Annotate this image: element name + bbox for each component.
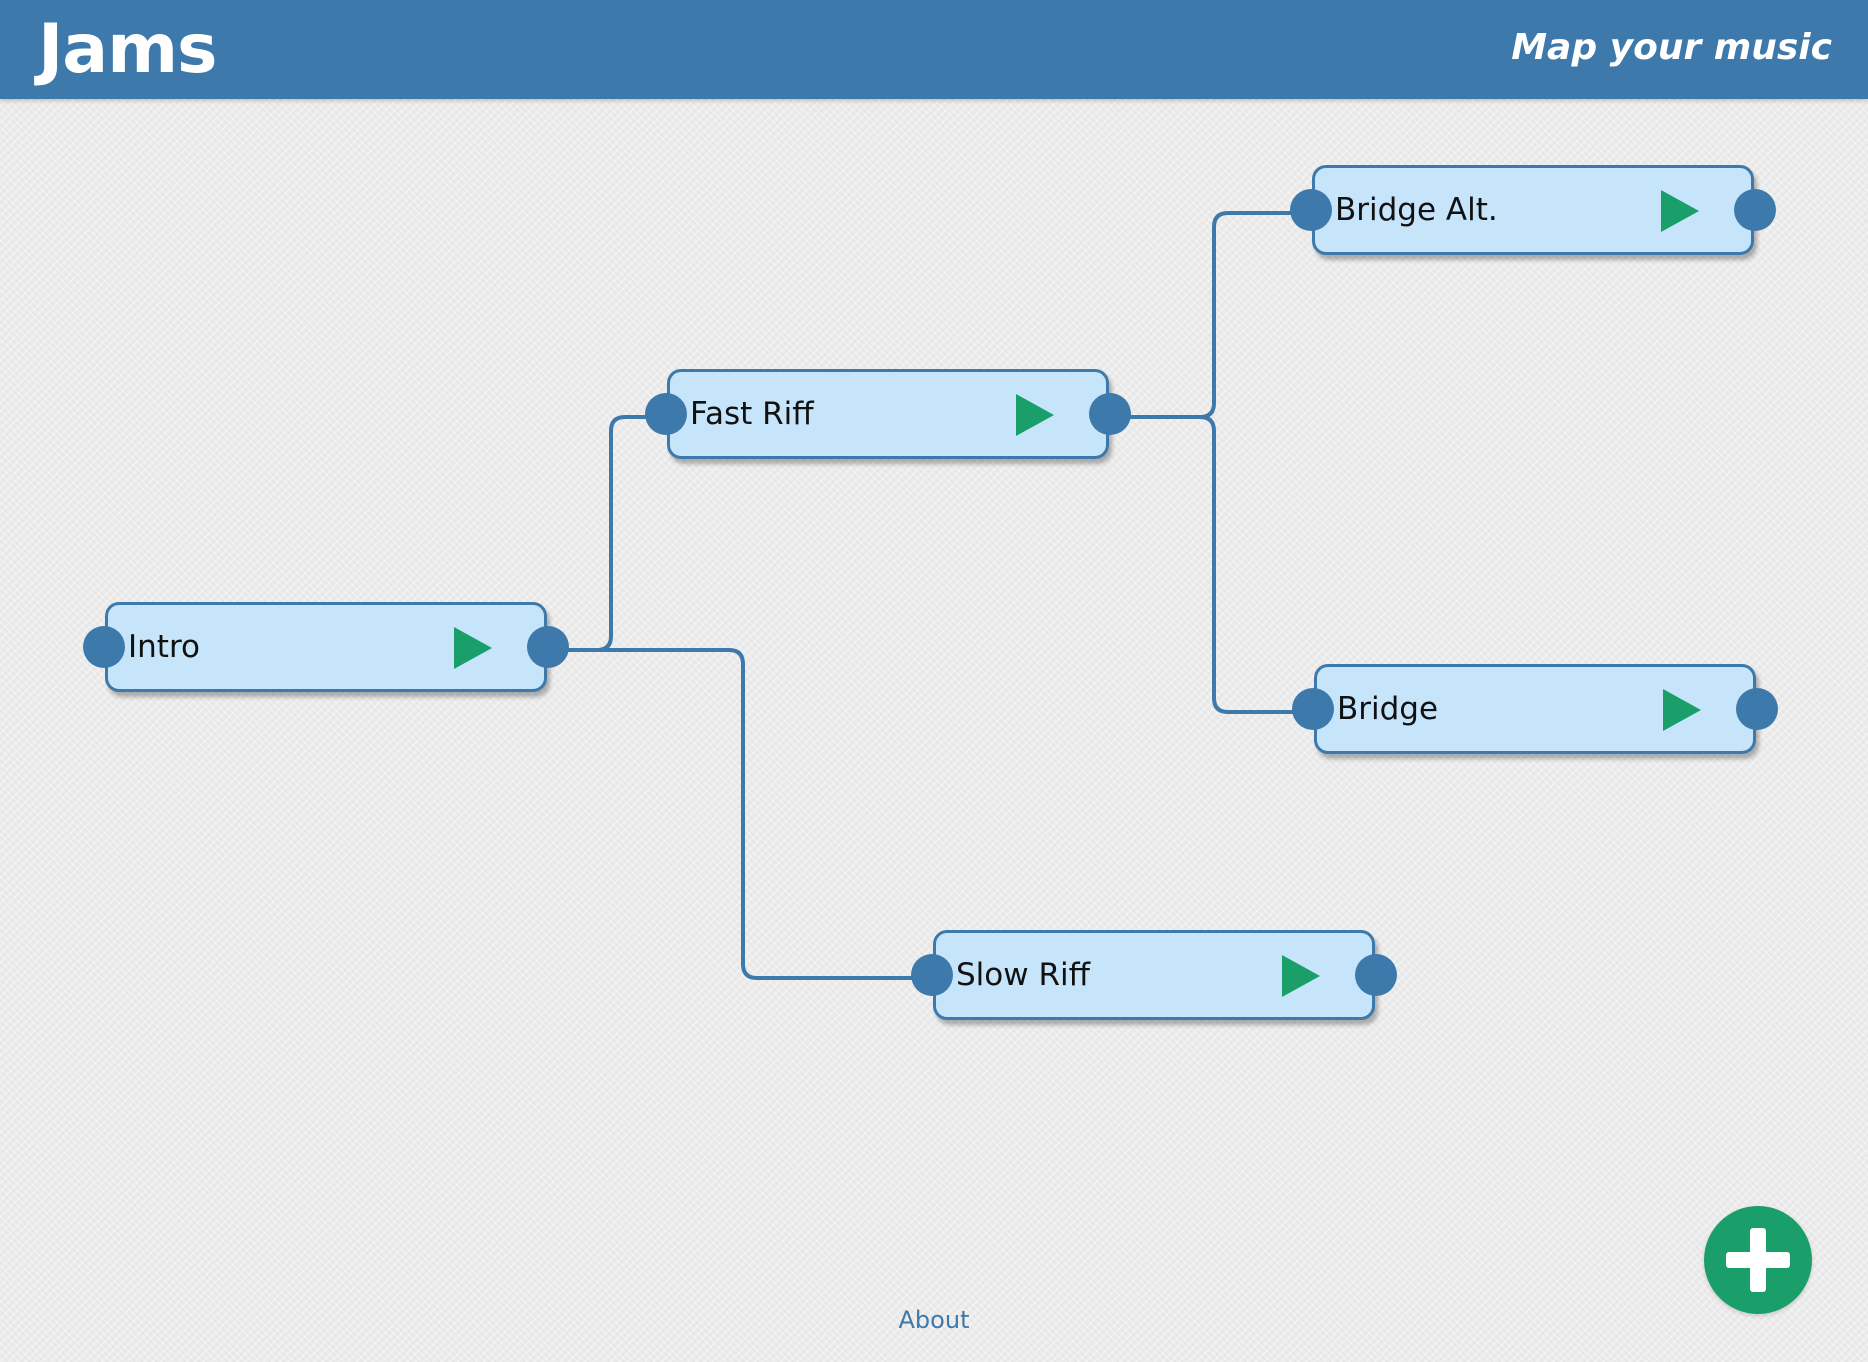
- section-node-fast-riff[interactable]: Fast Riff: [645, 369, 1131, 459]
- output-port-icon[interactable]: [1736, 688, 1778, 730]
- connection-intro-slow-riff[interactable]: [552, 648, 932, 980]
- section-node-bridge[interactable]: Bridge: [1292, 664, 1778, 754]
- add-section-button[interactable]: [1704, 1206, 1812, 1314]
- input-port-icon[interactable]: [1290, 189, 1332, 231]
- node-label: Slow Riff: [956, 957, 1090, 993]
- plus-icon-stem: [1750, 1228, 1766, 1292]
- node-label: Fast Riff: [690, 396, 814, 432]
- node-label: Bridge: [1337, 691, 1439, 727]
- play-icon[interactable]: [454, 627, 492, 669]
- about-link[interactable]: About: [0, 1306, 1868, 1334]
- node-label: Intro: [128, 629, 200, 665]
- play-icon[interactable]: [1282, 955, 1320, 997]
- output-port-icon[interactable]: [1355, 954, 1397, 996]
- play-icon[interactable]: [1016, 394, 1054, 436]
- connection-fast-riff-bridge[interactable]: [1114, 415, 1313, 714]
- output-port-icon[interactable]: [527, 626, 569, 668]
- section-node-bridge-alt[interactable]: Bridge Alt.: [1290, 165, 1776, 255]
- output-port-icon[interactable]: [1089, 393, 1131, 435]
- input-port-icon[interactable]: [911, 954, 953, 996]
- connection-fast-riff-bridge-alt[interactable]: [1114, 211, 1311, 419]
- input-port-icon[interactable]: [1292, 688, 1334, 730]
- section-node-intro[interactable]: Intro: [83, 602, 569, 692]
- input-port-icon[interactable]: [83, 626, 125, 668]
- play-icon[interactable]: [1663, 689, 1701, 731]
- input-port-icon[interactable]: [645, 393, 687, 435]
- play-icon[interactable]: [1661, 190, 1699, 232]
- connection-intro-fast-riff[interactable]: [552, 415, 666, 652]
- section-node-slow-riff[interactable]: Slow Riff: [911, 930, 1397, 1020]
- node-label: Bridge Alt.: [1335, 192, 1498, 228]
- output-port-icon[interactable]: [1734, 189, 1776, 231]
